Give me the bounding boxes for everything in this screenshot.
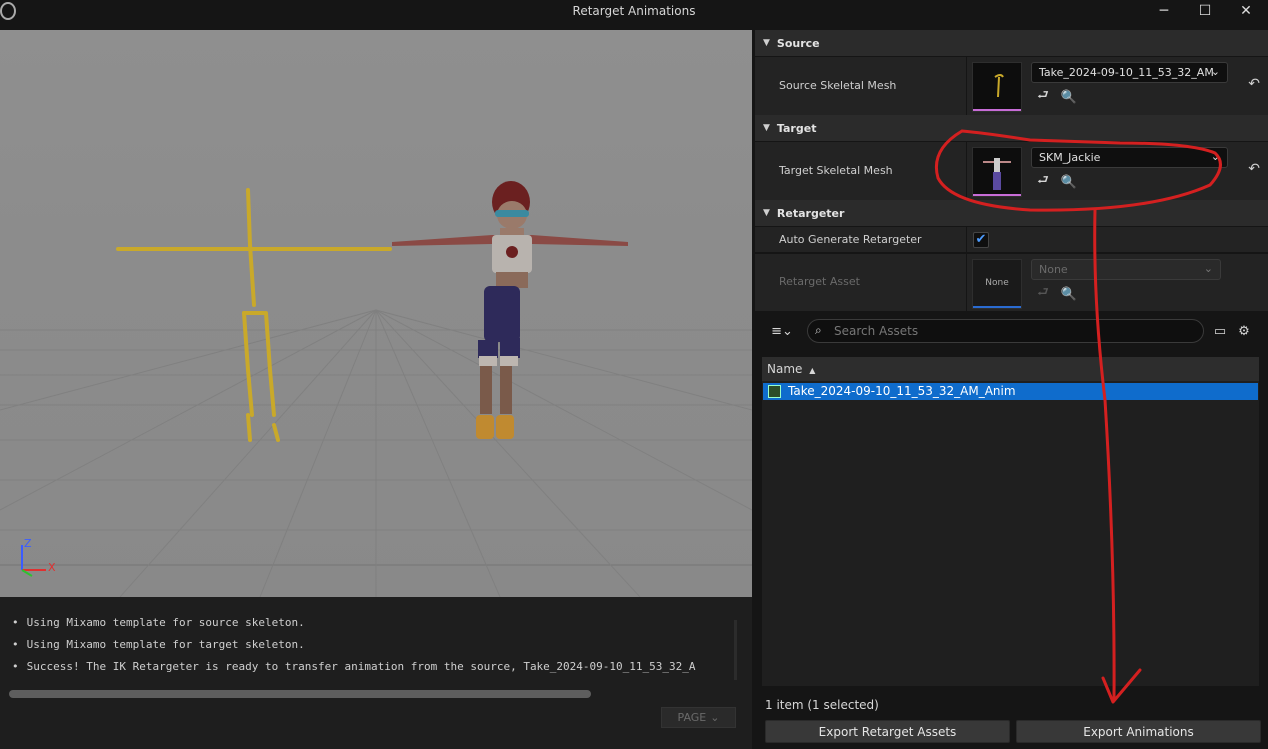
- list-item[interactable]: Take_2024-09-10_11_53_32_AM_Anim: [763, 383, 1258, 400]
- message-log: Using Mixamo template for source skeleto…: [0, 597, 752, 749]
- preview-viewport[interactable]: Z X: [0, 30, 752, 597]
- auto-generate-row: Auto Generate Retargeter ✔: [755, 227, 1268, 253]
- target-mesh-preview-icon: [983, 158, 1011, 190]
- target-mesh-value: SKM_Jackie: [1039, 151, 1101, 164]
- chevron-down-icon: ⌄: [1203, 262, 1213, 275]
- retarget-asset-thumb-label: None: [985, 278, 1009, 288]
- source-skeleton: [116, 188, 392, 442]
- sort-ascending-icon: ▲: [809, 366, 816, 375]
- target-mesh-thumbnail[interactable]: [972, 147, 1022, 197]
- use-selected-icon: ⮐: [1037, 285, 1049, 300]
- list-item-label: Take_2024-09-10_11_53_32_AM_Anim: [788, 384, 1016, 398]
- viewport-scene: Z X: [0, 181, 752, 597]
- target-skeletal-mesh-row: Target Skeletal Mesh SKM_Jackie ⌄ ⮐ 🔍 ↶: [755, 142, 1268, 201]
- section-source-title: Source: [776, 36, 820, 50]
- target-character: [392, 181, 628, 439]
- log-line: Using Mixamo template for target skeleto…: [12, 638, 734, 660]
- animation-asset-icon: [768, 385, 781, 398]
- browse-asset-icon[interactable]: 🔍: [1060, 173, 1078, 191]
- close-button[interactable]: ✕: [1226, 0, 1266, 22]
- browse-asset-icon: 🔍: [1060, 286, 1078, 302]
- source-skeletal-mesh-row: Source Skeletal Mesh Take_2024-09-10_11_…: [755, 57, 1268, 116]
- target-skeletal-mesh-label: Target Skeletal Mesh: [779, 164, 893, 177]
- search-bar[interactable]: ⌕: [807, 319, 1204, 343]
- source-mesh-value: Take_2024-09-10_11_53_32_AM: [1039, 66, 1214, 79]
- log-line: Using Mixamo template for source skeleto…: [12, 616, 734, 638]
- name-column-label: Name: [767, 362, 803, 376]
- settings-gear-icon[interactable]: ⚙: [1235, 322, 1253, 340]
- retarget-asset-dropdown: None ⌄: [1031, 259, 1221, 280]
- filter-icon[interactable]: ≡⌄: [767, 322, 797, 340]
- chevron-down-icon: ⌄: [1210, 65, 1220, 78]
- floor-grid: [0, 309, 752, 597]
- page-button[interactable]: PAGE ⌄: [661, 707, 736, 728]
- use-selected-icon[interactable]: ⮐: [1034, 173, 1052, 191]
- retarget-asset-thumbnail: None: [972, 259, 1022, 309]
- source-mesh-preview-icon: [994, 74, 1004, 98]
- folder-view-icon[interactable]: ▭: [1211, 322, 1229, 340]
- export-retarget-assets-button[interactable]: Export Retarget Assets: [765, 720, 1010, 743]
- name-column-header[interactable]: Name ▲: [762, 357, 1259, 381]
- page-label: PAGE: [677, 711, 707, 724]
- axis-z-label: Z: [24, 537, 32, 550]
- collapse-triangle-icon: ▼: [763, 123, 770, 133]
- source-skeletal-mesh-label: Source Skeletal Mesh: [779, 79, 897, 92]
- export-animations-button[interactable]: Export Animations: [1016, 720, 1261, 743]
- axis-gizmo-icon: Z X: [21, 537, 56, 577]
- axis-x-label: X: [48, 561, 56, 574]
- source-mesh-thumbnail[interactable]: [972, 62, 1022, 112]
- item-count: 1 item (1 selected): [765, 698, 879, 712]
- log-line: Success! The IK Retargeter is ready to t…: [12, 660, 734, 682]
- maximize-button[interactable]: ☐: [1185, 0, 1225, 22]
- retarget-asset-value: None: [1039, 263, 1068, 276]
- title-bar: Retarget Animations ─ ☐ ✕: [0, 0, 1268, 22]
- section-target-title: Target: [776, 121, 817, 135]
- minimize-button[interactable]: ─: [1144, 0, 1184, 22]
- auto-generate-checkbox[interactable]: ✔: [973, 232, 989, 248]
- retarget-asset-label: Retarget Asset: [779, 275, 860, 288]
- log-vertical-scrollbar[interactable]: [734, 620, 737, 680]
- section-retargeter-title: Retargeter: [776, 206, 845, 220]
- chevron-down-icon: ⌄: [1210, 150, 1220, 163]
- search-input[interactable]: [834, 323, 1194, 339]
- retarget-asset-row: Retarget Asset None None ⌄ ⮐ 🔍: [755, 254, 1268, 312]
- use-selected-icon[interactable]: ⮐: [1034, 88, 1052, 106]
- collapse-triangle-icon: ▼: [763, 208, 770, 218]
- window-title: Retarget Animations: [572, 4, 696, 18]
- browse-asset-icon[interactable]: 🔍: [1060, 88, 1078, 106]
- search-icon: ⌕: [815, 323, 822, 337]
- section-retargeter-header[interactable]: ▼ Retargeter: [755, 200, 1268, 226]
- chevron-down-icon: ⌄: [710, 711, 720, 724]
- asset-list: Name ▲ Take_2024-09-10_11_53_32_AM_Anim: [762, 357, 1259, 686]
- section-source-header[interactable]: ▼ Source: [755, 30, 1268, 56]
- log-horizontal-scrollbar[interactable]: [9, 690, 591, 698]
- reset-to-default-icon[interactable]: ↶: [1248, 161, 1260, 177]
- collapse-triangle-icon: ▼: [763, 38, 770, 48]
- auto-generate-label: Auto Generate Retargeter: [779, 233, 922, 246]
- target-mesh-dropdown[interactable]: SKM_Jackie ⌄: [1031, 147, 1228, 168]
- reset-to-default-icon[interactable]: ↶: [1248, 76, 1260, 92]
- source-mesh-dropdown[interactable]: Take_2024-09-10_11_53_32_AM ⌄: [1031, 62, 1228, 83]
- section-target-header[interactable]: ▼ Target: [755, 115, 1268, 141]
